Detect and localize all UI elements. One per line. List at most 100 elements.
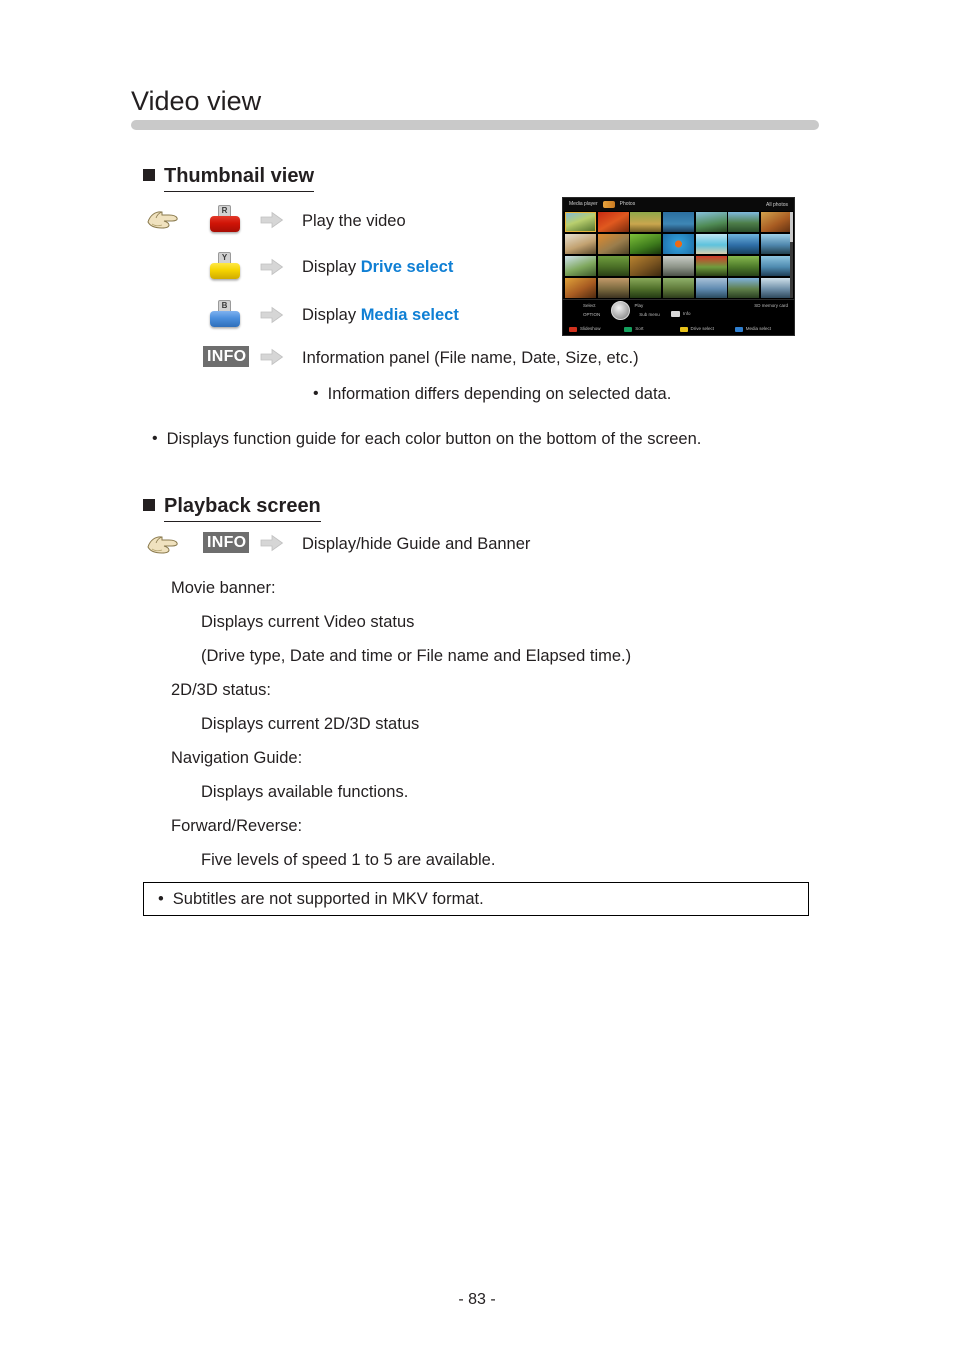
tv-color-label: Slideshow: [580, 326, 601, 331]
row-text-prefix: Play the video: [302, 212, 406, 230]
tv-mode-label: Photos: [619, 201, 636, 207]
tv-media-label: SD memory card: [754, 303, 788, 308]
pointing-hand-icon: [147, 211, 178, 229]
thumbnail-cell[interactable]: [597, 277, 629, 298]
thumbnail-cell[interactable]: [760, 233, 792, 255]
tv-thumbnail-grid: [565, 212, 792, 298]
tv-info-label: Info: [683, 311, 691, 316]
thumbnail-cell[interactable]: [565, 277, 597, 298]
blue-button-body: [210, 311, 240, 327]
bullet-dot-icon: •: [313, 385, 319, 402]
tv-scrollbar[interactable]: [790, 212, 793, 298]
note-box-mkv: • Subtitles are not supported in MKV for…: [143, 882, 809, 916]
red-swatch-icon: [569, 326, 577, 332]
tv-app-name: Media player: [569, 201, 598, 207]
thumbnail-cell[interactable]: [728, 212, 760, 233]
right-arrow-icon: [260, 211, 284, 229]
row-text-drive-select: Display Drive select: [302, 256, 453, 278]
thumbnail-cell[interactable]: [695, 255, 727, 277]
thumbnail-cell[interactable]: [728, 277, 760, 298]
thumbnail-cell[interactable]: [662, 233, 695, 255]
tv-color-item[interactable]: Media select: [734, 326, 790, 332]
note-box-text: Subtitles are not supported in MKV forma…: [172, 889, 484, 908]
thumbnail-cell[interactable]: [695, 233, 727, 255]
term-movie-banner: Movie banner:: [171, 579, 276, 597]
info-key-icon: [671, 311, 680, 317]
tv-bottom-bar: Select Play OPTION Sub menu Info SD memo…: [563, 299, 794, 335]
desc-forward-reverse-1: Five levels of speed 1 to 5 are availabl…: [201, 851, 496, 869]
thumbnail-cell[interactable]: [565, 212, 597, 233]
title-rule: [131, 120, 819, 130]
sub-note-text: Information differs depending on selecte…: [327, 385, 672, 403]
thumbnail-cell[interactable]: [760, 212, 792, 233]
thumbnail-cell[interactable]: [597, 212, 629, 233]
tv-color-label: Sort: [635, 326, 644, 331]
yellow-button-body: [210, 263, 240, 279]
tv-select-label: Select: [583, 303, 596, 308]
thumbnail-cell[interactable]: [597, 233, 629, 255]
thumbnail-cell[interactable]: [630, 277, 662, 298]
thumbnail-cell[interactable]: [728, 233, 760, 255]
thumbnail-cell[interactable]: [630, 233, 662, 255]
thumbnail-cell[interactable]: [760, 255, 792, 277]
pointing-hand-icon: [147, 536, 178, 554]
thumbnail-cell[interactable]: [662, 212, 695, 233]
tv-play-label: Play: [634, 303, 644, 308]
thumbnail-cell[interactable]: [760, 277, 792, 298]
note-function-guide: • Displays function guide for each color…: [152, 428, 701, 450]
blue-color-button-icon: B: [210, 300, 240, 329]
tv-top-bar: Media player Photos All photos: [563, 198, 794, 211]
section-heading-playback-screen: Playback screen: [143, 494, 321, 522]
row-text-play-video: Play the video: [302, 210, 406, 232]
row-text-prefix: Display: [302, 306, 361, 324]
row-text-information-panel: Information panel (File name, Date, Size…: [302, 347, 639, 369]
section-heading-thumbnail-view: Thumbnail view: [143, 164, 315, 192]
right-arrow-icon: [260, 258, 284, 276]
note-text: Displays function guide for each color b…: [166, 430, 702, 448]
tv-color-button-row: Slideshow Sort Drive select Media select: [569, 326, 790, 332]
desc-2d-3d-status-1: Displays current 2D/3D status: [201, 715, 420, 733]
section-heading-label: Thumbnail view: [164, 164, 315, 192]
blue-swatch-icon: [734, 326, 743, 332]
info-badge: INFO: [203, 346, 249, 367]
thumbnail-cell[interactable]: [565, 255, 597, 277]
section-heading-label: Playback screen: [164, 494, 321, 522]
desc-movie-banner-1: Displays current Video status: [201, 613, 415, 631]
info-badge: INFO: [203, 532, 249, 553]
tv-color-item[interactable]: Drive select: [679, 326, 735, 332]
page-title: Video view: [131, 86, 262, 116]
thumbnail-cell[interactable]: [695, 212, 727, 233]
tv-color-item[interactable]: Sort: [624, 326, 679, 332]
right-arrow-icon: [260, 348, 284, 366]
tv-media-player-screenshot: Media player Photos All photos Select Pl…: [562, 197, 795, 336]
thumbnail-cell[interactable]: [728, 255, 760, 277]
thumbnail-cell[interactable]: [662, 255, 695, 277]
tv-filter-label: All photos: [766, 201, 788, 208]
tv-guide-row-2: OPTION Sub menu: [583, 312, 660, 318]
desc-movie-banner-2: (Drive type, Date and time or File name …: [201, 647, 632, 665]
term-navigation-guide: Navigation Guide:: [171, 749, 303, 767]
thumbnail-cell[interactable]: [597, 255, 629, 277]
thumbnail-cell[interactable]: [630, 255, 662, 277]
tv-option-label: OPTION: [583, 312, 601, 317]
thumbnail-cell[interactable]: [662, 277, 695, 298]
tv-scrollbar-thumb[interactable]: [790, 212, 793, 242]
thumbnail-cell[interactable]: [695, 277, 727, 298]
link-media-select[interactable]: Media select: [361, 306, 459, 324]
thumbnail-cell[interactable]: [630, 212, 662, 233]
thumbnail-cell[interactable]: [565, 233, 597, 255]
square-bullet-icon: [143, 499, 155, 511]
red-color-button-icon: R: [210, 205, 240, 234]
tv-guide-row-1: Select Play: [583, 303, 643, 309]
page-number: - 83 -: [458, 1291, 496, 1308]
row-text-prefix: Information panel (File name, Date, Size…: [302, 349, 639, 367]
tv-color-item[interactable]: Slideshow: [569, 326, 624, 332]
row-text-media-select: Display Media select: [302, 304, 459, 326]
yellow-swatch-icon: [679, 326, 688, 332]
row-text-prefix: Display: [302, 258, 361, 276]
green-swatch-icon: [624, 326, 633, 332]
tv-color-label: Media select: [745, 326, 772, 331]
row-text-display-hide-guide: Display/hide Guide and Banner: [302, 535, 531, 553]
photos-mode-icon: [602, 201, 615, 208]
link-drive-select[interactable]: Drive select: [361, 258, 454, 276]
